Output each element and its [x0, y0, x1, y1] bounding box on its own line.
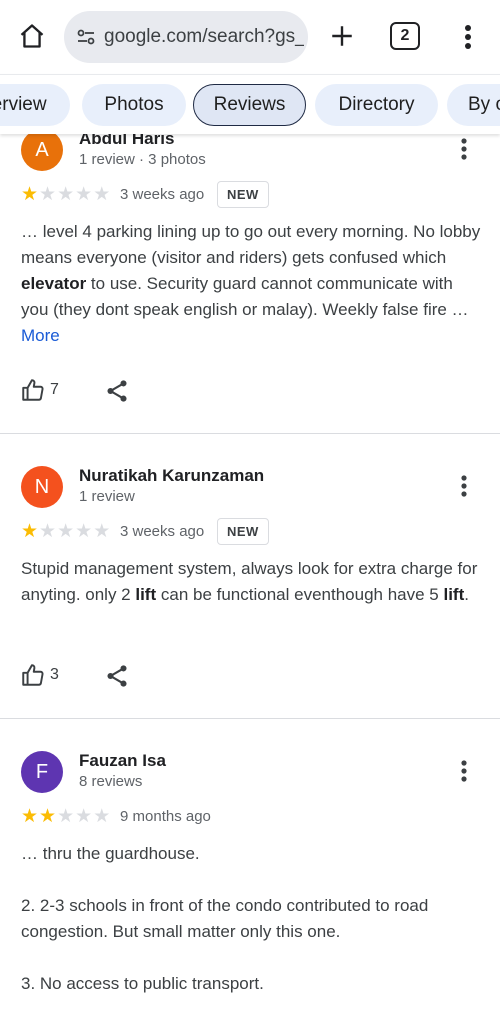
- more-link[interactable]: More: [21, 326, 60, 345]
- review-options-button[interactable]: [452, 471, 476, 501]
- chip-directory[interactable]: Directory: [315, 84, 438, 126]
- place-tabs: Overview Photos Reviews Directory By o: [0, 74, 500, 134]
- chip-overview[interactable]: Overview: [0, 84, 70, 126]
- reviewer-name[interactable]: Fauzan Isa: [79, 751, 166, 771]
- star-icon: ★: [57, 184, 75, 205]
- review-date: 3 weeks ago: [120, 186, 205, 203]
- share-icon[interactable]: [104, 663, 130, 689]
- review-paragraph: 2. 2-3 schools in front of the condo con…: [21, 896, 429, 941]
- chip-photos[interactable]: Photos: [82, 84, 186, 126]
- review-card: F Fauzan Isa 8 reviews ★ ★ ★ ★ ★ 9 month…: [0, 719, 500, 1030]
- star-icon: ★: [21, 184, 39, 205]
- new-badge: NEW: [217, 518, 269, 545]
- chip-reviews[interactable]: Reviews: [193, 84, 306, 126]
- like-button[interactable]: 3: [20, 662, 59, 688]
- star-icon: ★: [39, 806, 57, 827]
- more-vert-icon: [461, 760, 467, 782]
- reviewer-name[interactable]: Nuratikah Karunzaman: [79, 466, 264, 486]
- star-icon: ★: [93, 184, 111, 205]
- review-card: A Abdul Haris 1 review · 3 photos ★ ★ ★ …: [0, 0, 500, 434]
- star-icon: ★: [93, 806, 111, 827]
- reviewer-meta: 8 reviews: [79, 773, 143, 790]
- more-vert-icon: [461, 138, 467, 160]
- new-badge: NEW: [217, 181, 269, 208]
- more-vert-icon: [461, 475, 467, 497]
- star-icon: ★: [21, 521, 39, 542]
- chip-by-owner[interactable]: By o: [447, 84, 500, 126]
- reviewer-meta: 1 review: [79, 488, 135, 505]
- review-options-button[interactable]: [452, 134, 476, 164]
- avatar[interactable]: N: [21, 466, 63, 508]
- review-text: … thru the guardhouse. 2. 2-3 schools in…: [21, 841, 483, 1023]
- avatar[interactable]: F: [21, 751, 63, 793]
- like-count: 3: [50, 666, 59, 683]
- review-date: 3 weeks ago: [120, 523, 205, 540]
- thumbs-up-icon: [22, 664, 44, 686]
- like-count: 7: [50, 381, 59, 398]
- review-text: Stupid management system, always look fo…: [21, 559, 478, 604]
- star-icon: ★: [57, 521, 75, 542]
- star-icon: ★: [39, 184, 57, 205]
- star-icon: ★: [75, 184, 93, 205]
- star-icon: ★: [75, 521, 93, 542]
- review-card: N Nuratikah Karunzaman 1 review ★ ★ ★ ★ …: [0, 434, 500, 719]
- star-icon: ★: [93, 521, 111, 542]
- review-paragraph: … thru the guardhouse.: [21, 844, 200, 863]
- thumbs-up-icon: [22, 379, 44, 401]
- star-icon: ★: [21, 806, 39, 827]
- star-rating: ★ ★ ★ ★ ★: [21, 522, 110, 541]
- review-paragraph: 3. No access to public transport.: [21, 974, 264, 993]
- share-icon[interactable]: [104, 378, 130, 404]
- like-button[interactable]: 7: [20, 377, 59, 403]
- review-text: … level 4 parking lining up to go out ev…: [21, 222, 481, 345]
- reviewer-meta: 1 review · 3 photos: [79, 151, 206, 168]
- star-rating: ★ ★ ★ ★ ★: [21, 807, 110, 826]
- star-icon: ★: [39, 521, 57, 542]
- star-rating: ★ ★ ★ ★ ★: [21, 185, 110, 204]
- avatar[interactable]: A: [21, 129, 63, 171]
- review-options-button[interactable]: [452, 756, 476, 786]
- review-date: 9 months ago: [120, 808, 211, 825]
- star-icon: ★: [57, 806, 75, 827]
- star-icon: ★: [75, 806, 93, 827]
